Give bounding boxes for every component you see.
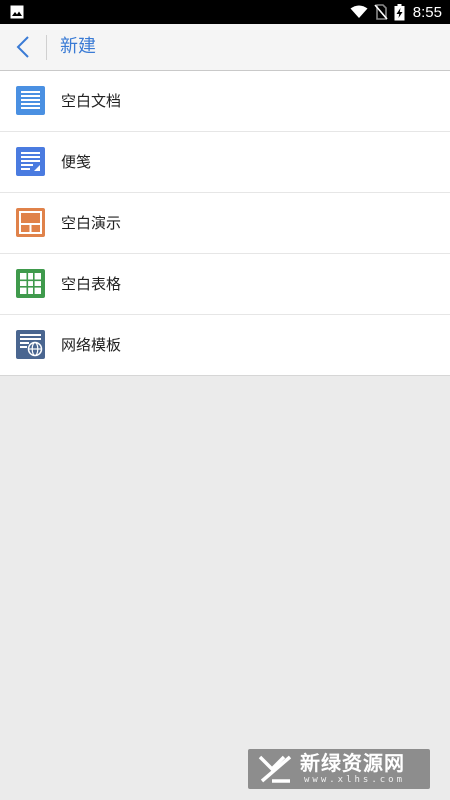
watermark: 新绿资源网 www.xlhs.com [248,749,430,789]
note-icon [16,147,45,176]
list-item-label: 空白文档 [61,92,122,110]
gallery-icon [10,5,24,19]
header-divider [46,35,47,60]
list-item-blank-spreadsheet[interactable]: 空白表格 [0,254,450,315]
header: 新建 [0,24,450,71]
status-icons: 8:55 [350,0,442,24]
watermark-url: www.xlhs.com [304,775,406,785]
spreadsheet-icon [16,269,45,298]
web-template-icon [16,330,45,359]
list-item-blank-document[interactable]: 空白文档 [0,71,450,132]
list-item-label: 空白表格 [61,275,122,293]
new-item-list: 空白文档 便笺 空白演示 空白表格 网络模板 [0,71,450,376]
list-item-label: 便笺 [61,153,92,171]
list-item-note[interactable]: 便笺 [0,132,450,193]
no-sim-icon [374,4,388,20]
battery-charging-icon [394,3,405,20]
list-item-label: 空白演示 [61,214,122,232]
screen: 8:55 新建 空白文档 便笺 空白演示 空白表格 网络模板 新绿资源网 www… [0,0,450,800]
document-icon [16,86,45,115]
watermark-logo-icon [258,755,292,783]
list-item-web-template[interactable]: 网络模板 [0,315,450,375]
list-item-label: 网络模板 [61,336,122,354]
status-time: 8:55 [412,3,442,21]
wifi-icon [350,5,368,18]
status-bar: 8:55 [0,0,450,24]
list-item-blank-presentation[interactable]: 空白演示 [0,193,450,254]
presentation-icon [16,208,45,237]
chevron-left-icon [16,36,29,58]
watermark-name: 新绿资源网 [300,751,405,775]
back-button[interactable] [8,32,38,62]
page-title: 新建 [60,36,96,57]
